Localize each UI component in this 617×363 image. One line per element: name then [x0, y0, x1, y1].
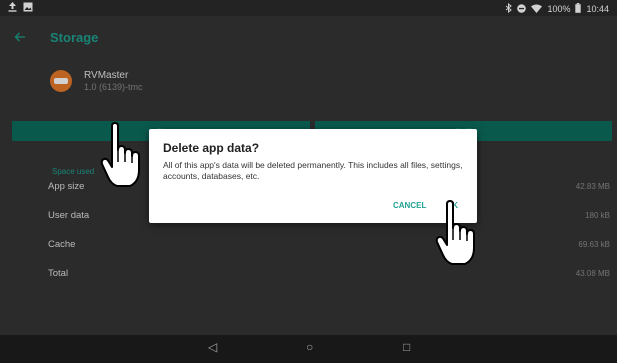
hand-pointer-icon: [435, 200, 477, 271]
dialog-message: All of this app's data will be deleted p…: [163, 160, 463, 181]
hand-pointer-icon: [100, 122, 142, 193]
cancel-button[interactable]: CANCEL: [393, 201, 426, 210]
dialog-title: Delete app data?: [163, 141, 260, 155]
delete-app-data-dialog: Delete app data? All of this app's data …: [149, 129, 477, 223]
